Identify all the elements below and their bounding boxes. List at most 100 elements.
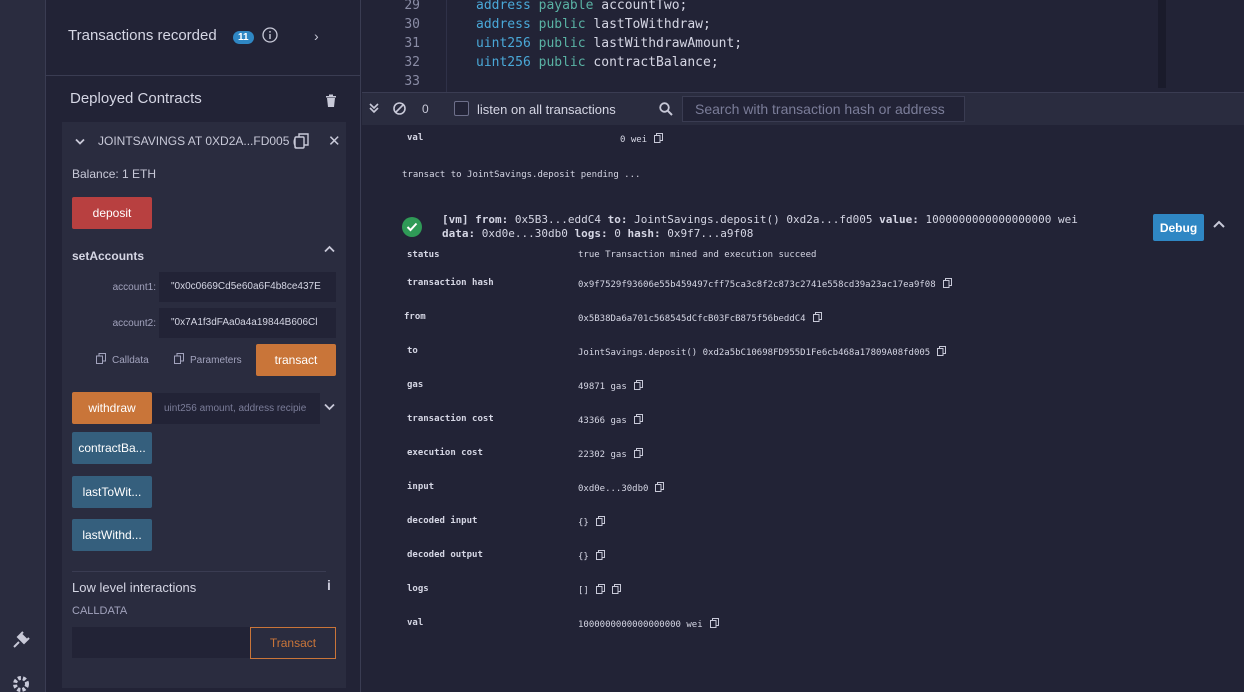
calldata-copy-link[interactable]: Calldata xyxy=(96,353,149,367)
line-number: 31 xyxy=(404,36,420,51)
copy-icon[interactable] xyxy=(633,448,643,461)
copy-icon[interactable] xyxy=(654,133,664,146)
listen-checkbox[interactable] xyxy=(454,101,469,116)
tx-detail-value: {} xyxy=(578,550,605,563)
trash-icon[interactable] xyxy=(325,94,337,111)
collapse-terminal-icon[interactable] xyxy=(368,102,380,117)
tx-detail-key: decoded output xyxy=(407,550,483,560)
contract-name: JOINTSAVINGS AT 0XD2A...FD005 ( xyxy=(98,134,297,148)
plugin-icon[interactable] xyxy=(10,629,32,651)
contract-balance-text: Balance: 1 ETH xyxy=(72,167,157,181)
tx-detail-value: 22302 gas xyxy=(578,448,643,461)
calldata-input[interactable] xyxy=(72,627,250,658)
copy-icon[interactable] xyxy=(937,346,947,359)
code-line: 33 xyxy=(362,74,1158,92)
tx-detail-value: JointSavings.deposit() 0xd2a5bC10698FD95… xyxy=(578,346,947,359)
code-text: uint256 public contractBalance; xyxy=(476,55,719,70)
tx-detail-value: 0x9f7529f93606e55b459497cff75ca3c8f2c873… xyxy=(578,278,952,291)
search-input[interactable]: Search with transaction hash or address xyxy=(682,96,965,122)
close-icon[interactable]: ✕ xyxy=(328,132,341,150)
contract-header[interactable]: JOINTSAVINGS AT 0XD2A...FD005 ( ✕ xyxy=(62,122,346,160)
pending-message: transact to JointSavings.deposit pending… xyxy=(402,170,641,180)
tx-detail-value: 0x5B38Da6a701c568545dCfcB03FcB875f56bedd… xyxy=(578,312,822,325)
copy-icon[interactable] xyxy=(633,380,643,393)
copy-icon[interactable] xyxy=(611,584,621,597)
copy-icon[interactable] xyxy=(812,312,822,325)
debug-button[interactable]: Debug xyxy=(1153,214,1204,241)
copy-icon[interactable] xyxy=(595,584,605,597)
chevron-up-icon[interactable] xyxy=(324,242,335,256)
tx-detail-value: 1000000000000000000 wei xyxy=(578,618,719,631)
clear-console-icon[interactable] xyxy=(393,102,406,118)
last-withdraw-amount-button[interactable]: lastWithd... xyxy=(72,519,152,551)
withdraw-params-input[interactable]: uint256 amount, address recipie xyxy=(152,393,320,424)
line-number: 33 xyxy=(404,74,420,89)
divider xyxy=(72,571,326,572)
transactions-count-badge: 11 xyxy=(233,31,254,44)
info-icon[interactable]: i xyxy=(327,577,331,593)
transactions-recorded-section[interactable]: Transactions recorded 11 › xyxy=(46,0,360,76)
code-editor[interactable]: 29 address payable accountTwo; 30 address p… xyxy=(362,0,1244,92)
pending-tx-count: 0 xyxy=(422,102,429,116)
settings-gear-icon[interactable] xyxy=(10,673,32,692)
tx-detail-value: 43366 gas xyxy=(578,414,643,427)
info-icon[interactable] xyxy=(262,27,278,46)
tx-detail-key: gas xyxy=(407,380,424,390)
search-icon xyxy=(659,102,673,119)
tx-detail-value: 49871 gas xyxy=(578,380,643,393)
line-number: 29 xyxy=(404,0,420,13)
contract-balance-button[interactable]: contractBa... xyxy=(72,432,152,464)
tx-detail-key: logs xyxy=(407,584,429,594)
withdraw-button[interactable]: withdraw xyxy=(72,392,152,424)
copy-icon[interactable] xyxy=(595,550,605,563)
calldata-label: CALLDATA xyxy=(72,605,128,617)
prev-val-key: val xyxy=(407,133,424,143)
copy-icon[interactable] xyxy=(633,414,643,427)
deployed-contracts-title: Deployed Contracts xyxy=(70,90,202,107)
deployed-contract-card: JOINTSAVINGS AT 0XD2A...FD005 ( ✕ Balanc… xyxy=(62,122,346,688)
last-to-withdraw-button[interactable]: lastToWit... xyxy=(72,476,152,508)
copy-icon[interactable] xyxy=(709,618,719,631)
copy-icon[interactable] xyxy=(942,278,952,291)
tx-detail-key: transaction hash xyxy=(407,278,494,288)
tx-detail-key: from xyxy=(404,312,426,322)
tx-detail-key: status xyxy=(407,250,440,260)
deposit-button[interactable]: deposit xyxy=(72,197,152,229)
account2-input[interactable]: "0x7A1f3dFAa0a4a19844B606Cl xyxy=(159,308,336,338)
copy-icon[interactable] xyxy=(655,482,665,495)
copy-icon xyxy=(96,353,106,367)
tx-detail-value: [] xyxy=(578,584,621,597)
tx-detail-key: execution cost xyxy=(407,448,483,458)
low-level-transact-button[interactable]: Transact xyxy=(250,627,336,659)
success-check-icon xyxy=(402,217,422,237)
tx-detail-value: 0xd0e...30db0 xyxy=(578,482,665,495)
transact-button[interactable]: transact xyxy=(256,344,336,376)
chevron-down-icon[interactable] xyxy=(75,135,85,149)
terminal-toolbar: 0 listen on all transactions Search with… xyxy=(362,92,1244,125)
tx-detail-key: decoded input xyxy=(407,516,478,526)
chevron-right-icon[interactable]: › xyxy=(314,28,319,44)
prev-val-value: 0 wei xyxy=(620,133,664,146)
tx-summary-line1: [vm] from: 0x5B3...eddC4 to: JointSaving… xyxy=(442,213,1078,226)
copy-icon[interactable] xyxy=(595,516,605,529)
tx-detail-key: to xyxy=(407,346,418,356)
tx-detail-key: val xyxy=(407,618,424,628)
copy-icon xyxy=(174,353,184,367)
calldata-label: Calldata xyxy=(112,354,149,366)
editor-scrollbar[interactable] xyxy=(1158,0,1166,88)
set-accounts-title: setAccounts xyxy=(72,249,145,263)
code-text: uint256 public lastWithdrawAmount; xyxy=(476,36,743,51)
line-number: 30 xyxy=(404,17,420,32)
code-text: address payable accountTwo; xyxy=(476,0,688,13)
chevron-down-icon[interactable] xyxy=(324,400,335,414)
account1-input[interactable]: "0x0c0669Cd5e60a6F4b8ce437E xyxy=(159,272,336,302)
parameters-copy-link[interactable]: Parameters xyxy=(174,353,242,367)
low-level-interactions-title: Low level interactions xyxy=(72,580,197,595)
code-text: address public lastToWithdraw; xyxy=(476,17,711,32)
tx-summary-line2: data: 0xd0e...30db0 logs: 0 hash: 0x9f7.… xyxy=(442,227,754,240)
terminal-output: val 0 wei transact to JointSavings.depos… xyxy=(362,125,1244,692)
chevron-up-icon[interactable] xyxy=(1213,220,1225,232)
copy-icon[interactable] xyxy=(294,133,309,152)
code-line: 30 address public lastToWithdraw; xyxy=(362,17,1158,36)
parameters-label: Parameters xyxy=(190,354,242,366)
